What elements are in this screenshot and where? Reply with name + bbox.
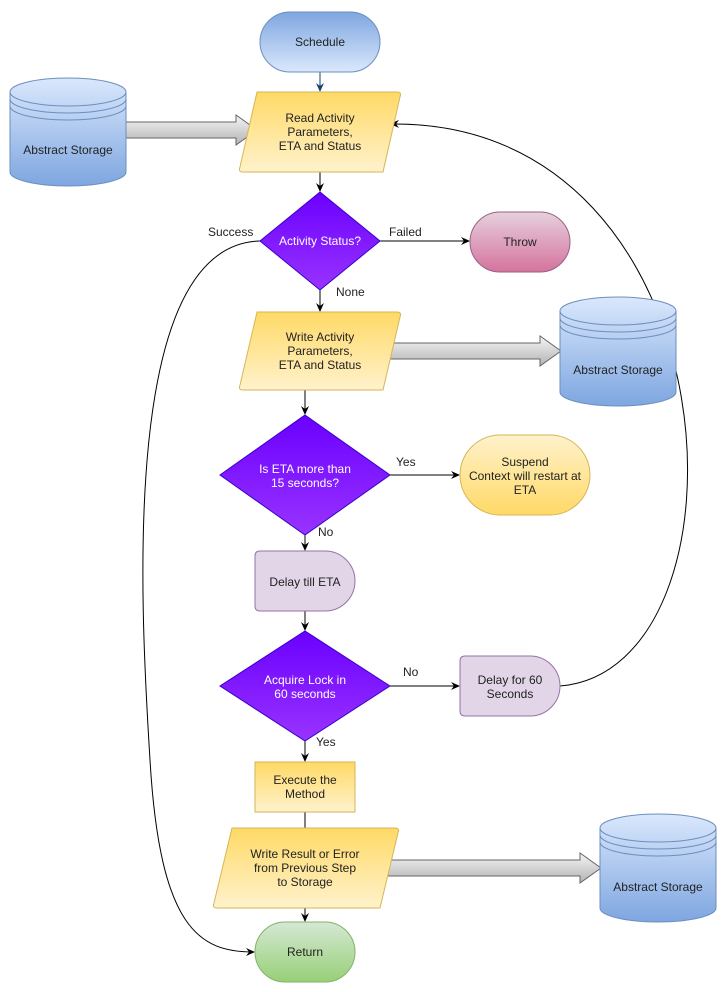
node-acquire-lock-decision: Acquire Lock in 60 seconds — [219, 630, 391, 742]
node-delay-60-seconds: Delay for 60 Seconds — [459, 655, 561, 717]
svg-text:Method: Method — [285, 787, 325, 801]
svg-text:Is ETA more than: Is ETA more than — [259, 462, 351, 476]
node-suspend: Suspend Context will restart at ETA — [459, 434, 591, 516]
node-abstract-storage-3: Abstract Storage — [599, 813, 717, 923]
node-delay-till-eta: Delay till ETA — [254, 550, 356, 612]
svg-text:15 seconds?: 15 seconds? — [271, 476, 339, 490]
data-flow-arrow-writeresult-storage3 — [379, 852, 602, 884]
edge-label-eta-no: No — [318, 525, 334, 539]
flowchart: Success Failed None Yes No No Yes Schedu… — [9, 11, 717, 983]
svg-text:Suspend: Suspend — [501, 455, 548, 469]
svg-text:60 seconds: 60 seconds — [274, 687, 335, 701]
svg-text:Return: Return — [287, 945, 323, 959]
edges — [125, 72, 689, 956]
data-flow-arrow-write-storage2 — [384, 335, 562, 367]
svg-text:Delay till ETA: Delay till ETA — [269, 575, 340, 589]
node-execute-method: Execute the Method — [254, 761, 356, 813]
node-write-result: Write Result or Error from Previous Step… — [212, 827, 400, 909]
svg-text:Write Activity: Write Activity — [286, 330, 354, 344]
svg-text:Seconds: Seconds — [487, 687, 534, 701]
node-abstract-storage-1: Abstract Storage — [9, 77, 127, 187]
svg-text:from Previous Step: from Previous Step — [254, 861, 356, 875]
node-throw: Throw — [469, 211, 571, 273]
data-flow-arrow-storage1-read — [125, 114, 258, 146]
edge-label-success: Success — [208, 225, 253, 239]
node-activity-status-decision: Activity Status? — [259, 191, 381, 291]
svg-text:Execute the: Execute the — [273, 773, 337, 787]
svg-text:Parameters,: Parameters, — [287, 344, 352, 358]
svg-text:Schedule: Schedule — [295, 35, 345, 49]
node-return: Return — [254, 921, 356, 983]
edge-label-failed: Failed — [389, 225, 422, 239]
svg-text:Delay for 60: Delay for 60 — [478, 673, 543, 687]
svg-text:Acquire Lock in: Acquire Lock in — [264, 673, 346, 687]
svg-text:Parameters,: Parameters, — [287, 125, 352, 139]
node-write-activity: Write Activity Parameters, ETA and Statu… — [238, 311, 402, 391]
svg-text:Write Result or Error: Write Result or Error — [250, 847, 359, 861]
svg-text:to Storage: to Storage — [277, 875, 333, 889]
svg-text:ETA and Status: ETA and Status — [279, 358, 362, 372]
edge-label-lock-yes: Yes — [316, 735, 336, 749]
svg-text:Throw: Throw — [503, 235, 537, 249]
svg-text:ETA and Status: ETA and Status — [279, 139, 362, 153]
svg-text:ETA: ETA — [514, 483, 536, 497]
edge-label-none: None — [336, 285, 365, 299]
node-eta-decision: Is ETA more than 15 seconds? — [219, 414, 391, 536]
edge-label-lock-no: No — [403, 665, 419, 679]
svg-text:Abstract Storage: Abstract Storage — [613, 880, 703, 894]
svg-text:Activity Status?: Activity Status? — [279, 234, 361, 248]
svg-text:Abstract Storage: Abstract Storage — [573, 363, 663, 377]
node-abstract-storage-2: Abstract Storage — [559, 296, 677, 407]
svg-text:Read Activity: Read Activity — [285, 111, 354, 125]
node-read-activity: Read Activity Parameters, ETA and Status — [238, 91, 402, 173]
node-schedule: Schedule — [259, 11, 381, 73]
svg-text:Abstract Storage: Abstract Storage — [23, 143, 113, 157]
edge-label-eta-yes: Yes — [396, 455, 416, 469]
svg-text:Context will restart at: Context will restart at — [469, 469, 582, 483]
